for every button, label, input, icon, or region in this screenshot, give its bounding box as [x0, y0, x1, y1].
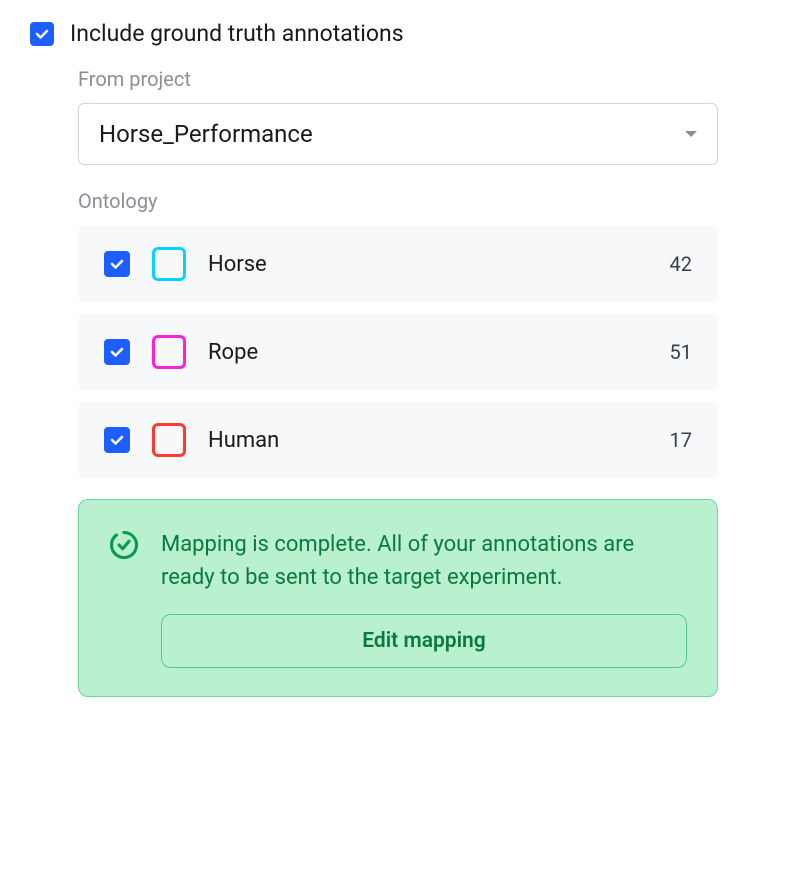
ontology-name-human: Human: [208, 428, 648, 453]
project-select-value: Horse_Performance: [99, 120, 313, 148]
ontology-item-rope: Rope 51: [78, 313, 718, 391]
edit-mapping-button[interactable]: Edit mapping: [161, 614, 687, 668]
chevron-down-icon: [685, 131, 697, 137]
ontology-checkbox-rope[interactable]: [104, 339, 130, 365]
check-icon: [109, 256, 125, 272]
include-ground-truth-label: Include ground truth annotations: [70, 20, 404, 47]
ontology-count-horse: 42: [670, 252, 692, 276]
ontology-name-horse: Horse: [208, 252, 648, 277]
ontology-item-human: Human 17: [78, 401, 718, 479]
ontology-count-human: 17: [670, 428, 692, 452]
check-icon: [109, 432, 125, 448]
project-select[interactable]: Horse_Performance: [78, 103, 718, 165]
ontology-checkbox-horse[interactable]: [104, 251, 130, 277]
color-swatch-human: [152, 423, 186, 457]
check-icon: [109, 344, 125, 360]
check-icon: [34, 26, 50, 42]
color-swatch-rope: [152, 335, 186, 369]
mapping-status-box: Mapping is complete. All of your annotat…: [78, 499, 718, 697]
mapping-status-text: Mapping is complete. All of your annotat…: [161, 528, 687, 594]
check-circle-icon: [109, 530, 139, 560]
ontology-checkbox-human[interactable]: [104, 427, 130, 453]
from-project-label: From project: [78, 67, 718, 91]
include-ground-truth-checkbox[interactable]: [30, 22, 54, 46]
color-swatch-horse: [152, 247, 186, 281]
ontology-item-horse: Horse 42: [78, 225, 718, 303]
ontology-name-rope: Rope: [208, 340, 648, 365]
ontology-list: Horse 42 Rope 51: [78, 225, 718, 479]
ontology-label: Ontology: [78, 189, 718, 213]
ontology-count-rope: 51: [670, 340, 692, 364]
